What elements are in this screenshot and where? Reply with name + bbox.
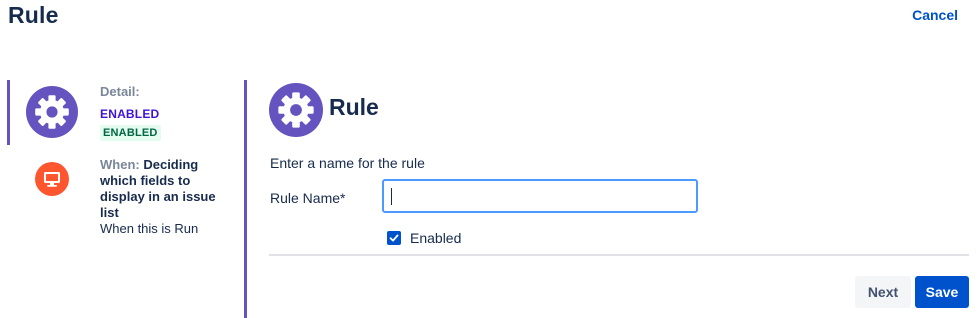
step-detail-text: Detail: ENABLED ENABLED	[100, 84, 232, 141]
gear-icon	[269, 83, 323, 137]
rule-steps-sidebar: Detail: ENABLED ENABLED When: Deciding w…	[0, 80, 240, 318]
rule-instruction: Enter a name for the rule	[270, 155, 425, 171]
section-divider	[244, 80, 247, 318]
when-subtitle: When this is Run	[100, 221, 199, 236]
step-when[interactable]: When: Deciding which fields to display i…	[0, 154, 240, 254]
enabled-checkbox[interactable]	[387, 231, 401, 245]
rule-name-label: Rule Name*	[270, 190, 346, 206]
enabled-label: Enabled	[410, 230, 462, 246]
checkmark-icon	[389, 234, 399, 242]
status-badge: ENABLED	[100, 125, 161, 141]
step-detail[interactable]: Detail: ENABLED ENABLED	[0, 80, 240, 145]
next-button[interactable]: Next	[855, 276, 911, 308]
save-button[interactable]: Save	[915, 276, 969, 308]
step-when-text: When: Deciding which fields to display i…	[100, 157, 232, 237]
page-title: Rule	[8, 2, 59, 28]
section-title: Rule	[329, 94, 379, 120]
detail-label: Detail:	[100, 84, 140, 99]
rule-name-input[interactable]	[382, 179, 698, 213]
detail-status: ENABLED	[100, 107, 160, 121]
text-caret	[391, 188, 392, 205]
when-label: When:	[100, 157, 140, 172]
gear-icon	[26, 86, 78, 138]
monitor-icon	[35, 162, 69, 196]
cancel-link[interactable]: Cancel	[912, 7, 958, 23]
form-divider	[269, 254, 969, 256]
